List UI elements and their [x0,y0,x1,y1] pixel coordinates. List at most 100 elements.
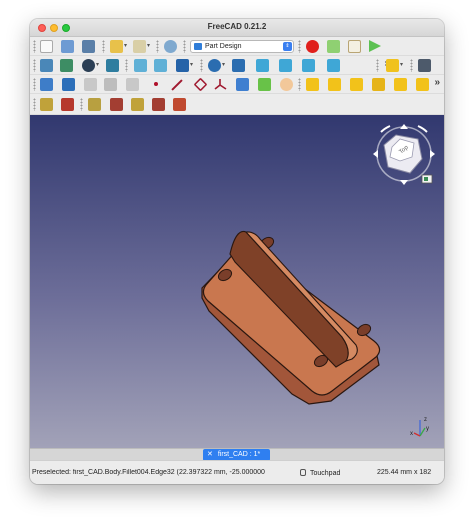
refresh-icon[interactable] [164,40,177,53]
pad-icon[interactable] [306,78,319,91]
map-sketch-icon[interactable] [126,78,139,91]
shape-binder-icon[interactable] [236,78,249,91]
3d-scene[interactable]: Top z y x [30,115,444,448]
attach-sketch-icon[interactable] [104,78,117,91]
toolbar-grip[interactable] [125,59,128,72]
toolbar-grip[interactable] [33,98,36,111]
rear-view-icon[interactable] [327,59,340,72]
stop-macro-icon[interactable] [327,40,340,53]
axis-label-x: x [410,431,413,437]
revolution-icon[interactable] [328,78,341,91]
toolbar-grip[interactable] [410,59,413,72]
document-tab-bar: ✕ first_CAD : 1* [30,448,444,461]
undo-icon[interactable] [110,40,123,53]
mouse-icon [300,469,306,476]
additive-primitive-icon[interactable] [416,78,429,91]
front-view-icon[interactable] [256,59,269,72]
toolbar-overflow-button[interactable]: » [434,77,440,88]
validate-sketch-icon[interactable] [84,78,97,91]
std-views-icon[interactable] [176,59,189,72]
forward-icon[interactable] [154,59,167,72]
chamfer-icon[interactable] [61,98,74,111]
tab-label: first_CAD : 1* [217,451,261,458]
toolbar-grip[interactable] [298,78,301,91]
mirrored-icon[interactable] [131,98,144,111]
close-tab-icon[interactable]: ✕ [207,451,213,458]
save-document-icon[interactable] [82,40,95,53]
nav-arrow-left-icon[interactable] [373,150,378,158]
toolbar-grip[interactable] [33,40,36,53]
pipe-icon[interactable] [372,78,385,91]
status-bar: Preselected: first_CAD.Body.Fillet004.Ed… [30,460,444,484]
chevron-down-icon[interactable]: ▾ [190,61,193,68]
window-title: FreeCAD 0.21.2 [207,22,267,31]
sketch-icon[interactable] [62,78,75,91]
back-icon[interactable] [134,59,147,72]
chevron-down-icon[interactable]: ▾ [222,61,225,68]
chevron-down-icon[interactable]: ▾ [124,42,127,49]
navigation-style-button[interactable]: Touchpad [300,469,340,477]
edit-macro-icon[interactable] [348,40,361,53]
body-icon[interactable] [40,78,53,91]
axis-label-z: z [424,417,427,423]
measure-icon[interactable] [208,59,221,72]
nav-arrow-down-icon[interactable] [400,180,408,185]
draw-style-icon[interactable] [82,59,95,72]
whats-this-icon[interactable] [418,59,431,72]
toolbar-part-design-helper: » [30,75,444,94]
fit-selection-icon[interactable] [60,59,73,72]
part-icon[interactable] [386,59,399,72]
toolbar-grip[interactable] [33,59,36,72]
isometric-view-icon[interactable] [232,59,245,72]
toolbar-view: ▾ ▾ ▾ » ▾ [30,56,444,75]
polar-pattern-icon[interactable] [173,98,186,111]
workbench-selector[interactable]: Part Design ⇕ [190,40,294,53]
toolbar-grip[interactable] [80,98,83,111]
sub-shape-binder-icon[interactable] [258,78,271,91]
fillet-icon[interactable] [40,98,53,111]
navigation-style-label: Touchpad [310,470,341,477]
clone-icon[interactable] [280,78,293,91]
thickness-icon[interactable] [110,98,123,111]
chevron-down-icon[interactable]: ▾ [400,61,403,68]
toolbar-file: ▾ ▾ Part Design ⇕ [30,37,444,56]
top-view-icon[interactable] [279,59,292,72]
right-view-icon[interactable] [302,59,315,72]
toolbar-dress-up [30,94,444,115]
workbench-selector-value: Part Design [205,43,242,50]
chevron-down-icon[interactable]: ▾ [96,61,99,68]
record-macro-icon[interactable] [306,40,319,53]
nav-arrow-right-icon[interactable] [430,150,435,158]
linear-pattern-icon[interactable] [152,98,165,111]
datum-point-icon[interactable] [154,82,158,86]
datum-plane-icon[interactable] [193,77,208,92]
loft-icon[interactable] [350,78,363,91]
title-bar: FreeCAD 0.21.2 [30,19,444,37]
chevron-down-icon[interactable]: ▾ [147,42,150,49]
fit-all-icon[interactable] [40,59,53,72]
redo-icon[interactable] [133,40,146,53]
dimension-readout: 225.44 mm x 182 [377,469,432,476]
axis-label-y: y [426,426,429,432]
toolbar-grip[interactable] [102,40,105,53]
sync-view-icon[interactable] [106,59,119,72]
toolbar-grip[interactable] [183,40,186,53]
part-design-icon [194,43,202,50]
local-cs-icon[interactable] [214,78,227,91]
toolbar-grip[interactable] [298,40,301,53]
toolbar-grip[interactable] [200,59,203,72]
new-document-icon[interactable] [40,40,53,53]
open-document-icon[interactable] [61,40,74,53]
freecad-window: FreeCAD 0.21.2 ▾ ▾ Part Design ⇕ ▾ ▾ ▾ ▾… [30,19,444,484]
run-macro-icon[interactable] [369,40,381,52]
helix-icon[interactable] [394,78,407,91]
toolbar-grip[interactable] [156,40,159,53]
3d-viewport[interactable]: Top z y x [30,115,444,448]
toolbar-grip[interactable] [376,59,379,72]
datum-line-icon[interactable] [171,79,183,91]
toolbar-grip[interactable] [33,78,36,91]
status-message: Preselected: first_CAD.Body.Fillet004.Ed… [32,469,265,476]
draft-icon[interactable] [88,98,101,111]
navigation-cube[interactable]: Top [373,124,435,185]
chevron-updown-icon: ⇕ [283,42,292,51]
